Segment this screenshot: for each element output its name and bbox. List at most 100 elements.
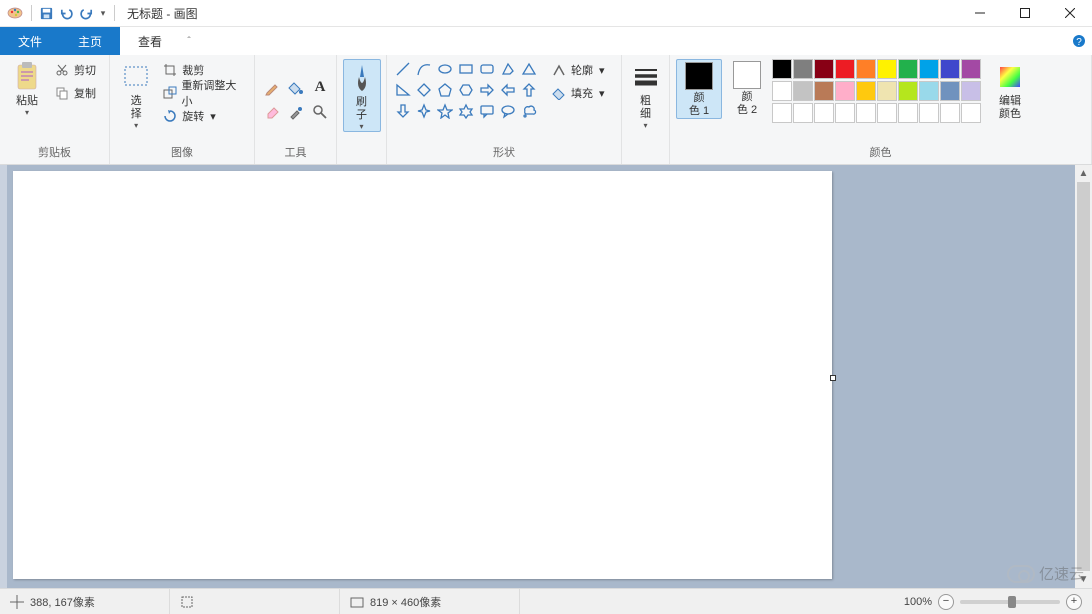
color-swatch[interactable]	[877, 81, 897, 101]
maximize-button[interactable]	[1002, 0, 1047, 27]
shape-polygon[interactable]	[498, 59, 518, 79]
color-palette-custom	[772, 103, 981, 123]
tab-home[interactable]: 主页	[60, 27, 120, 55]
shape-line[interactable]	[393, 59, 413, 79]
color-swatch[interactable]	[793, 81, 813, 101]
color1-button[interactable]: 颜 色 1	[676, 59, 722, 119]
cut-button[interactable]: 剪切	[50, 59, 100, 81]
tab-view[interactable]: 查看	[120, 27, 180, 55]
color-swatch[interactable]	[814, 81, 834, 101]
vertical-scrollbar[interactable]: ▲ ▼	[1075, 165, 1092, 588]
shape-hexagon[interactable]	[456, 80, 476, 100]
close-button[interactable]	[1047, 0, 1092, 27]
scroll-down-button[interactable]: ▼	[1075, 571, 1092, 588]
custom-color-slot[interactable]	[835, 103, 855, 123]
size-lines-icon	[630, 61, 662, 93]
color-swatch[interactable]	[961, 81, 981, 101]
zoom-slider-thumb[interactable]	[1008, 596, 1016, 608]
color-swatch[interactable]	[898, 81, 918, 101]
shape-arrow-up[interactable]	[519, 80, 539, 100]
color-swatch[interactable]	[772, 81, 792, 101]
tool-text[interactable]: A	[309, 77, 331, 99]
color-swatch[interactable]	[940, 59, 960, 79]
color-swatch[interactable]	[898, 59, 918, 79]
qat-customize-arrow[interactable]: ▾	[96, 8, 110, 19]
shape-oval[interactable]	[435, 59, 455, 79]
scroll-track[interactable]	[1075, 182, 1092, 571]
color-swatch[interactable]	[877, 59, 897, 79]
tab-file[interactable]: 文件	[0, 27, 60, 55]
shape-outline-button[interactable]: 轮廓▾	[547, 59, 609, 81]
canvas-scroll-area[interactable]	[7, 165, 1075, 588]
custom-color-slot[interactable]	[877, 103, 897, 123]
zoom-in-button[interactable]: +	[1066, 594, 1082, 610]
color-swatch[interactable]	[919, 59, 939, 79]
shape-arrow-left[interactable]	[498, 80, 518, 100]
edit-colors-button[interactable]: 编辑 颜色	[987, 59, 1033, 121]
shape-fill-button[interactable]: 填充▾	[547, 82, 609, 104]
tool-magnifier[interactable]	[309, 101, 331, 123]
custom-color-slot[interactable]	[961, 103, 981, 123]
custom-color-slot[interactable]	[793, 103, 813, 123]
custom-color-slot[interactable]	[940, 103, 960, 123]
shape-diamond[interactable]	[414, 80, 434, 100]
color-swatch[interactable]	[835, 81, 855, 101]
resize-button[interactable]: 重新调整大小	[158, 82, 248, 104]
custom-color-slot[interactable]	[814, 103, 834, 123]
color-swatch[interactable]	[835, 59, 855, 79]
select-button[interactable]: 选 择 ▾	[116, 59, 156, 130]
custom-color-slot[interactable]	[772, 103, 792, 123]
help-button[interactable]: ?	[1066, 27, 1092, 55]
scroll-thumb[interactable]	[1077, 182, 1090, 571]
color-swatch[interactable]	[856, 81, 876, 101]
qat-undo-button[interactable]	[56, 3, 76, 23]
qat-redo-button[interactable]	[76, 3, 96, 23]
color2-button[interactable]: 颜 色 2	[724, 59, 770, 117]
shape-4star[interactable]	[414, 101, 434, 121]
copy-button[interactable]: 复制	[50, 82, 100, 104]
shape-arrow-down[interactable]	[393, 101, 413, 121]
shape-curve[interactable]	[414, 59, 434, 79]
shape-triangle[interactable]	[519, 59, 539, 79]
shape-callout-oval[interactable]	[498, 101, 518, 121]
color-swatch[interactable]	[919, 81, 939, 101]
custom-color-slot[interactable]	[919, 103, 939, 123]
zoom-slider-track[interactable]	[960, 600, 1060, 604]
custom-color-slot[interactable]	[898, 103, 918, 123]
canvas-handle-right[interactable]	[830, 375, 836, 381]
color-swatch[interactable]	[961, 59, 981, 79]
shape-5star[interactable]	[435, 101, 455, 121]
size-button[interactable]: 粗 细 ▾	[628, 59, 664, 130]
custom-color-slot[interactable]	[856, 103, 876, 123]
color-swatch[interactable]	[772, 59, 792, 79]
shape-pentagon[interactable]	[435, 80, 455, 100]
canvas[interactable]	[13, 171, 832, 579]
shape-roundrect[interactable]	[477, 59, 497, 79]
collapse-ribbon-button[interactable]: ˆ	[180, 27, 198, 55]
brushes-button[interactable]: 刷 子 ▾	[343, 59, 381, 132]
qat-save-button[interactable]	[36, 3, 56, 23]
zoom-out-button[interactable]: −	[938, 594, 954, 610]
rotate-button[interactable]: 旋转 ▾	[158, 105, 248, 127]
tool-picker[interactable]	[285, 101, 307, 123]
shapes-gallery[interactable]	[393, 59, 539, 121]
tool-pencil[interactable]	[261, 77, 283, 99]
tool-fill[interactable]	[285, 77, 307, 99]
group-label-shapes: 形状	[387, 142, 621, 164]
tool-eraser[interactable]	[261, 101, 283, 123]
color-swatch[interactable]	[793, 59, 813, 79]
color-swatch[interactable]	[940, 81, 960, 101]
color-swatch[interactable]	[814, 59, 834, 79]
scroll-up-button[interactable]: ▲	[1075, 165, 1092, 182]
shape-right-triangle[interactable]	[393, 80, 413, 100]
minimize-button[interactable]	[957, 0, 1002, 27]
color-swatch[interactable]	[856, 59, 876, 79]
shape-rect[interactable]	[456, 59, 476, 79]
shape-callout-rect[interactable]	[477, 101, 497, 121]
shape-6star[interactable]	[456, 101, 476, 121]
shape-arrow-right[interactable]	[477, 80, 497, 100]
copy-icon	[54, 85, 70, 101]
paste-button[interactable]: 粘贴 ▾	[6, 59, 48, 117]
zoom-value: 100%	[904, 596, 932, 608]
shape-callout-cloud[interactable]	[519, 101, 539, 121]
